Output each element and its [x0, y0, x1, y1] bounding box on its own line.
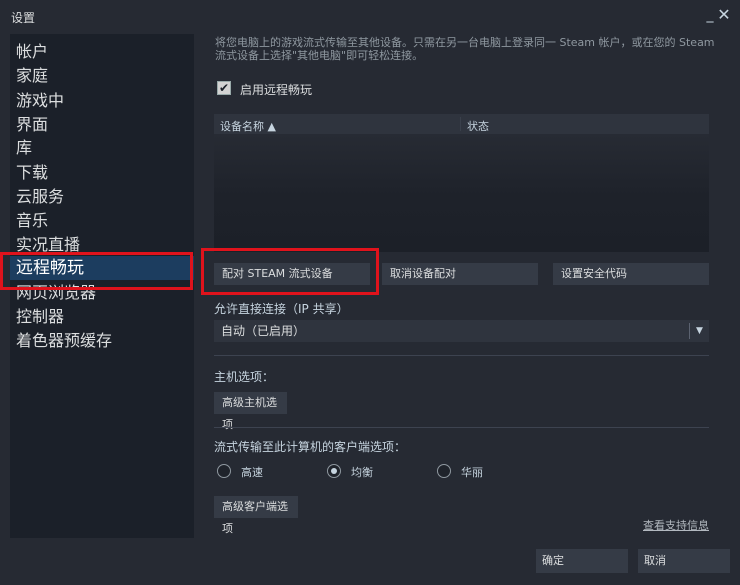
direct-connect-value: 自动（已启用）: [221, 324, 306, 338]
sidebar-item-cloud[interactable]: 云服务: [10, 185, 194, 209]
host-options-label: 主机选项：: [214, 370, 275, 384]
quality-balanced-radio[interactable]: [327, 464, 341, 478]
close-icon[interactable]: ✕: [717, 6, 731, 24]
chevron-down-icon[interactable]: ▼: [696, 320, 703, 342]
sidebar-item-remote-play[interactable]: 远程畅玩: [10, 256, 194, 280]
quality-beautiful-radio[interactable]: [437, 464, 451, 478]
settings-sidebar: 帐户 家庭 游戏中 界面 库 下载 云服务 音乐 实况直播 远程畅玩 网页浏览器…: [10, 34, 194, 538]
sidebar-item-account[interactable]: 帐户: [10, 40, 194, 64]
client-options-label: 流式传输至此计算机的客户端选项：: [214, 440, 407, 454]
sidebar-item-library[interactable]: 库: [10, 136, 194, 160]
sidebar-item-family[interactable]: 家庭: [10, 64, 194, 88]
direct-connect-select[interactable]: 自动（已启用） ▼: [214, 320, 709, 342]
column-status[interactable]: 状态: [467, 118, 489, 134]
support-info-link[interactable]: 查看支持信息: [643, 517, 709, 533]
enable-remote-play-label: 启用远程畅玩: [240, 83, 313, 97]
quality-beautiful-label: 华丽: [461, 466, 483, 479]
title-bar: 设置 _ ✕: [0, 0, 740, 32]
device-list-header: 设备名称 ▲ 状态: [214, 114, 709, 134]
advanced-client-options-button[interactable]: 高级客户端选项: [214, 496, 298, 535]
set-security-code-button[interactable]: 设置安全代码: [553, 263, 709, 285]
direct-connect-label: 允许直接连接（IP 共享）: [214, 302, 349, 316]
sidebar-item-interface[interactable]: 界面: [10, 113, 194, 137]
section-divider: [214, 355, 709, 356]
remote-play-description: 将您电脑上的游戏流式传输至其他设备。只需在另一台电脑上登录同一 Steam 帐户…: [215, 36, 715, 62]
sidebar-item-controller[interactable]: 控制器: [10, 305, 194, 329]
section-divider: [214, 427, 709, 428]
column-device-name[interactable]: 设备名称 ▲: [220, 118, 276, 134]
unpair-devices-button[interactable]: 取消设备配对: [382, 263, 538, 285]
window-title: 设置: [11, 11, 36, 25]
sidebar-item-music[interactable]: 音乐: [10, 209, 194, 233]
sidebar-item-shader-cache[interactable]: 着色器预缓存: [10, 329, 194, 353]
pair-steam-link-button[interactable]: 配对 STEAM 流式设备: [214, 263, 370, 285]
quality-fast-radio[interactable]: [217, 464, 231, 478]
sidebar-item-broadcasting[interactable]: 实况直播: [10, 233, 194, 257]
sidebar-item-in-game[interactable]: 游戏中: [10, 89, 194, 113]
minimize-icon[interactable]: _: [703, 6, 717, 24]
device-list[interactable]: 设备名称 ▲ 状态: [214, 114, 709, 252]
enable-remote-play-checkbox[interactable]: ✔: [217, 81, 231, 95]
ok-button[interactable]: 确定: [536, 549, 628, 573]
cancel-button[interactable]: 取消: [638, 549, 730, 573]
quality-balanced-label: 均衡: [351, 466, 373, 479]
column-divider: [460, 117, 461, 131]
advanced-host-options-button[interactable]: 高级主机选项: [214, 392, 287, 431]
remote-play-panel: 将您电脑上的游戏流式传输至其他设备。只需在另一台电脑上登录同一 Steam 帐户…: [197, 34, 729, 538]
dropdown-divider: [689, 323, 690, 339]
quality-fast-label: 高速: [241, 466, 263, 479]
sidebar-item-downloads[interactable]: 下载: [10, 161, 194, 185]
sidebar-item-web-browser[interactable]: 网页浏览器: [10, 281, 194, 305]
